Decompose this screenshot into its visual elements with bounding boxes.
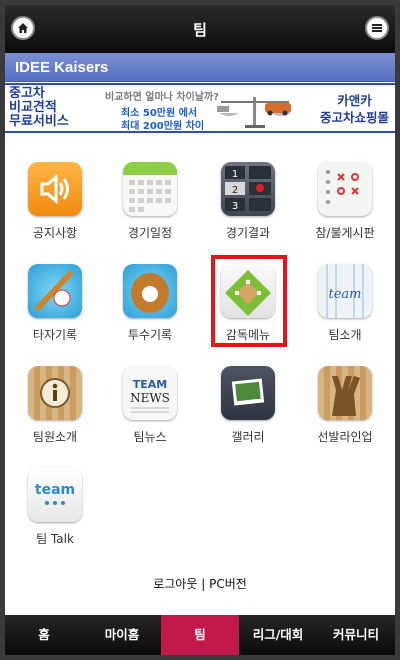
menu-item-schedule[interactable]: 경기일정: [102, 153, 198, 243]
menu-item-board[interactable]: 참/불게시판: [297, 153, 393, 243]
top-bar: 팀: [5, 5, 395, 53]
ad-left-line: 무료서비스: [9, 114, 69, 129]
team-jersey-icon: team: [318, 264, 372, 318]
svg-text:team: team: [329, 287, 362, 302]
tab-my-home[interactable]: 마이홈: [83, 615, 161, 655]
tab-league[interactable]: 리그/대회: [239, 615, 317, 655]
speaker-icon: [28, 162, 82, 216]
ad-left-line: 중고차: [9, 86, 45, 101]
glove-icon: [123, 264, 177, 318]
tab-community[interactable]: 커뮤니티: [317, 615, 395, 655]
menu-item-pitcher-stats[interactable]: 투수기록: [102, 255, 198, 345]
ad-brand-sub: 중고차쇼핑몰: [319, 110, 389, 125]
menu-item-label: 참/불게시판: [315, 226, 375, 240]
menu-item-label: 팀 Talk: [36, 532, 74, 546]
team-name: IDEE Kaisers: [15, 59, 109, 76]
menu-item-notice[interactable]: 공지사항: [7, 153, 103, 243]
team-news-icon: TEAM NEWS: [123, 366, 177, 420]
team-name-bar: IDEE Kaisers: [5, 53, 395, 82]
info-icon: [28, 366, 82, 420]
svg-text:3: 3: [232, 201, 238, 212]
selection-highlight: [211, 255, 287, 347]
team-talk-icon: team: [28, 468, 82, 522]
gallery-icon: [221, 366, 275, 420]
svg-text:NEWS: NEWS: [130, 391, 170, 405]
footer-links: 로그아웃 | PC버전: [5, 575, 395, 592]
svg-text:2: 2: [232, 185, 238, 196]
ad-brand-name: 카앤카: [337, 93, 372, 108]
menu-item-team-news[interactable]: TEAM NEWS 팀뉴스: [102, 357, 198, 447]
ad-left-text: 중고차 비교견적 무료서비스: [9, 87, 69, 129]
menu-item-label: 선발라인업: [317, 430, 373, 444]
menu-item-team-talk[interactable]: team 팀 Talk: [7, 459, 103, 549]
ad-line-2: 최대 200만원 차이: [121, 121, 205, 132]
menu-item-team-intro[interactable]: team 팀소개: [297, 255, 393, 345]
ad-left-line: 비교견적: [9, 100, 57, 115]
link-separator: |: [201, 577, 206, 591]
lineup-icon: [318, 366, 372, 420]
menu-item-label: 경기일정: [127, 226, 173, 240]
svg-text:team: team: [35, 482, 75, 498]
svg-text:1: 1: [232, 169, 238, 180]
menu-button[interactable]: [365, 16, 389, 40]
menu-item-label: 경기결과: [225, 226, 271, 240]
bat-icon: [28, 264, 82, 318]
ad-brand: 카앤카 중고차쇼핑몰: [320, 92, 389, 126]
page-title: 팀: [193, 21, 207, 39]
ad-banner[interactable]: 중고차 비교견적 무료서비스 비교하면 얼마나 차이날까? 최소 50만원 에서…: [5, 83, 395, 133]
pc-version-link[interactable]: PC버전: [209, 577, 247, 591]
ox-board-icon: [318, 162, 372, 216]
menu-item-label: 타자기록: [32, 328, 78, 342]
menu-item-gallery[interactable]: 갤러리: [200, 357, 296, 447]
menu-item-label: 팀뉴스: [133, 430, 167, 444]
tab-team[interactable]: 팀: [161, 615, 239, 655]
bottom-tab-bar: 홈 마이홈 팀 리그/대회 커뮤니티: [5, 615, 395, 655]
app-frame: 팀 IDEE Kaisers 중고차 비교견적 무료서비스 비교하면 얼마나 차…: [5, 5, 395, 655]
menu-item-label: 투수기록: [127, 328, 173, 342]
menu-item-label: 팀소개: [328, 328, 362, 342]
scoreboard-icon: 1 2 3: [221, 162, 275, 216]
menu-item-lineup[interactable]: 선발라인업: [297, 357, 393, 447]
scales-car-illustration: [217, 97, 291, 128]
menu-item-batter-stats[interactable]: 타자기록: [7, 255, 103, 345]
menu-icon: [372, 24, 382, 32]
menu-item-label: 공지사항: [32, 226, 78, 240]
menu-item-label: 팀원소개: [32, 430, 78, 444]
ad-headline: 비교하면 얼마나 차이날까?: [105, 92, 219, 103]
menu-item-label: 갤러리: [231, 430, 265, 444]
svg-text:TEAM: TEAM: [133, 378, 167, 391]
menu-item-results[interactable]: 1 2 3 경기결과: [200, 153, 296, 243]
menu-item-member-intro[interactable]: 팀원소개: [7, 357, 103, 447]
logout-link[interactable]: 로그아웃: [153, 577, 197, 591]
calendar-icon: [123, 162, 177, 216]
tab-home[interactable]: 홈: [5, 615, 83, 655]
